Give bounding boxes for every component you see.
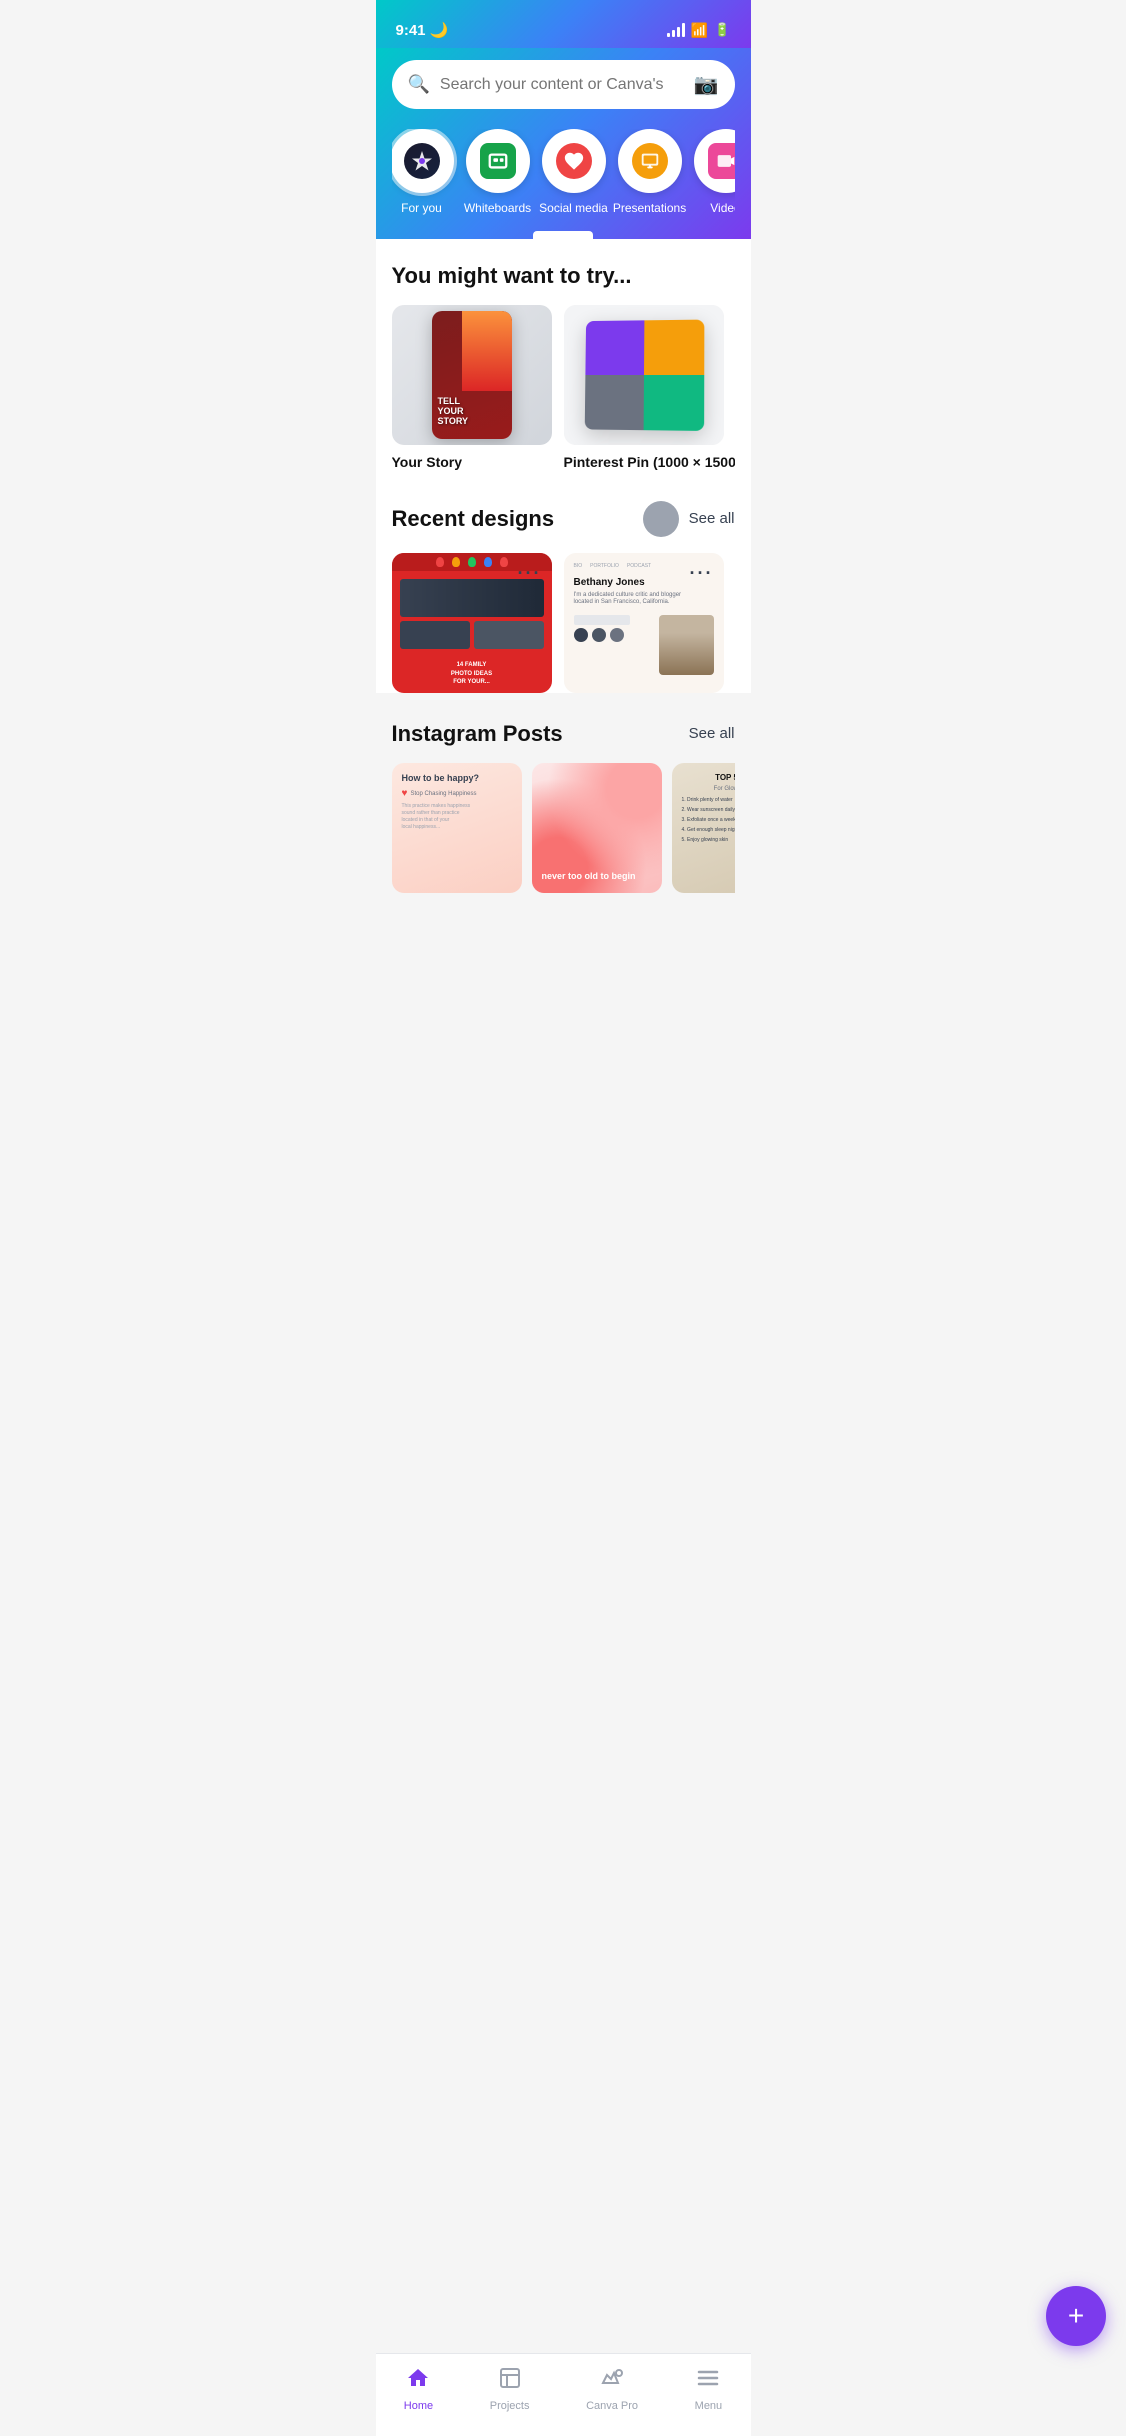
category-social-media[interactable]: Social media: [544, 129, 604, 215]
category-for-you[interactable]: For you: [392, 129, 452, 215]
bottom-navigation: Home Projects Canva Pro Me: [376, 2353, 751, 2436]
whiteboards-label: Whiteboards: [464, 201, 531, 215]
category-whiteboards[interactable]: Whiteboards: [468, 129, 528, 215]
try-card-pinterest-label: Pinterest Pin (1000 × 1500 px): [564, 453, 735, 473]
nav-canva-pro-label: Canva Pro: [586, 2400, 638, 2412]
presentations-label: Presentations: [613, 201, 686, 215]
bottom-spacer: [376, 909, 751, 1009]
insta-card-tips[interactable]: TOP 5 TIPS For Glowing Skin 1. Drink ple…: [672, 763, 735, 893]
menu-icon: [696, 2366, 720, 2396]
recent-designs-title: Recent designs: [392, 506, 555, 532]
recent-card-christmas[interactable]: 14 FAMILYPHOTO IDEASFOR YOUR... ···: [392, 553, 552, 693]
status-bar: 9:41 🌙 📶 🔋: [376, 0, 751, 48]
battery-icon: 🔋: [714, 22, 730, 38]
nav-home[interactable]: Home: [396, 2362, 441, 2416]
categories-row: For you Whiteboards: [392, 129, 735, 231]
nav-canva-pro[interactable]: Canva Pro: [578, 2362, 646, 2416]
projects-icon: [498, 2366, 522, 2396]
video-label: Video: [710, 201, 734, 215]
social-icon: [556, 143, 592, 179]
for-you-icon: [404, 143, 440, 179]
nav-menu-label: Menu: [695, 2400, 723, 2412]
search-bar[interactable]: 🔍 📷: [392, 60, 735, 109]
recent-designs-header: Recent designs See all: [392, 501, 735, 537]
nav-menu[interactable]: Menu: [687, 2362, 731, 2416]
swipe-indicator: [643, 501, 679, 537]
insta-card-waves[interactable]: never too old to begin: [532, 763, 662, 893]
scroll-indicator: [533, 231, 593, 239]
status-time: 9:41 🌙: [396, 21, 449, 39]
video-icon: [708, 143, 735, 179]
instagram-header: Instagram Posts See all: [392, 721, 735, 747]
recent-card-bethany[interactable]: BIO PORTFOLIO PODCAST Bethany Jones I'm …: [564, 553, 724, 693]
signal-icon: [667, 23, 685, 37]
whiteboards-icon: [480, 143, 516, 179]
wifi-icon: 📶: [691, 22, 708, 39]
instagram-section: Instagram Posts See all How to be happy?…: [376, 721, 751, 909]
presentations-icon: [632, 143, 668, 179]
try-card-pinterest[interactable]: Pinterest Pin (1000 × 1500 px): [564, 305, 735, 473]
home-icon: [406, 2366, 430, 2396]
try-section-title: You might want to try...: [392, 263, 735, 289]
insta-happy-text: How to be happy? ♥ Stop Chasing Happines…: [402, 773, 512, 832]
try-card-your-story-label: Your Story: [392, 453, 552, 473]
category-video[interactable]: Video: [696, 129, 735, 215]
insta-tips-content: TOP 5 TIPS For Glowing Skin 1. Drink ple…: [682, 773, 735, 844]
header: 🔍 📷 For you: [376, 48, 751, 239]
instagram-see-all-button[interactable]: See all: [689, 725, 735, 742]
nav-projects[interactable]: Projects: [482, 2362, 538, 2416]
recent-see-all-button[interactable]: See all: [689, 510, 735, 527]
for-you-label: For you: [401, 201, 442, 215]
recent-card-bethany-menu[interactable]: ···: [690, 563, 714, 584]
nav-projects-label: Projects: [490, 2400, 530, 2412]
insta-waves-text: never too old to begin: [542, 870, 652, 883]
camera-icon[interactable]: 📷: [694, 72, 719, 97]
recent-card-christmas-menu[interactable]: ···: [518, 563, 542, 584]
moon-icon: 🌙: [430, 22, 449, 39]
nav-home-label: Home: [404, 2400, 433, 2412]
category-presentations[interactable]: Presentations: [620, 129, 680, 215]
recent-design-cards: 14 FAMILYPHOTO IDEASFOR YOUR... ··· BIO …: [392, 553, 735, 693]
try-card-your-story[interactable]: TELLYOURSTORY Your Story: [392, 305, 552, 473]
instagram-title: Instagram Posts: [392, 721, 563, 747]
insta-card-happy[interactable]: How to be happy? ♥ Stop Chasing Happines…: [392, 763, 522, 893]
search-icon: 🔍: [408, 74, 430, 95]
search-input[interactable]: [440, 76, 684, 94]
fab-create-button[interactable]: +: [1046, 2286, 1106, 2346]
social-media-label: Social media: [539, 201, 608, 215]
status-icons: 📶 🔋: [667, 22, 731, 39]
try-cards-row: TELLYOURSTORY Your Story: [392, 305, 735, 473]
instagram-posts-row: How to be happy? ♥ Stop Chasing Happines…: [392, 763, 735, 909]
main-content: You might want to try... TELLYOURSTORY: [376, 239, 751, 693]
canva-pro-icon: [600, 2366, 624, 2396]
